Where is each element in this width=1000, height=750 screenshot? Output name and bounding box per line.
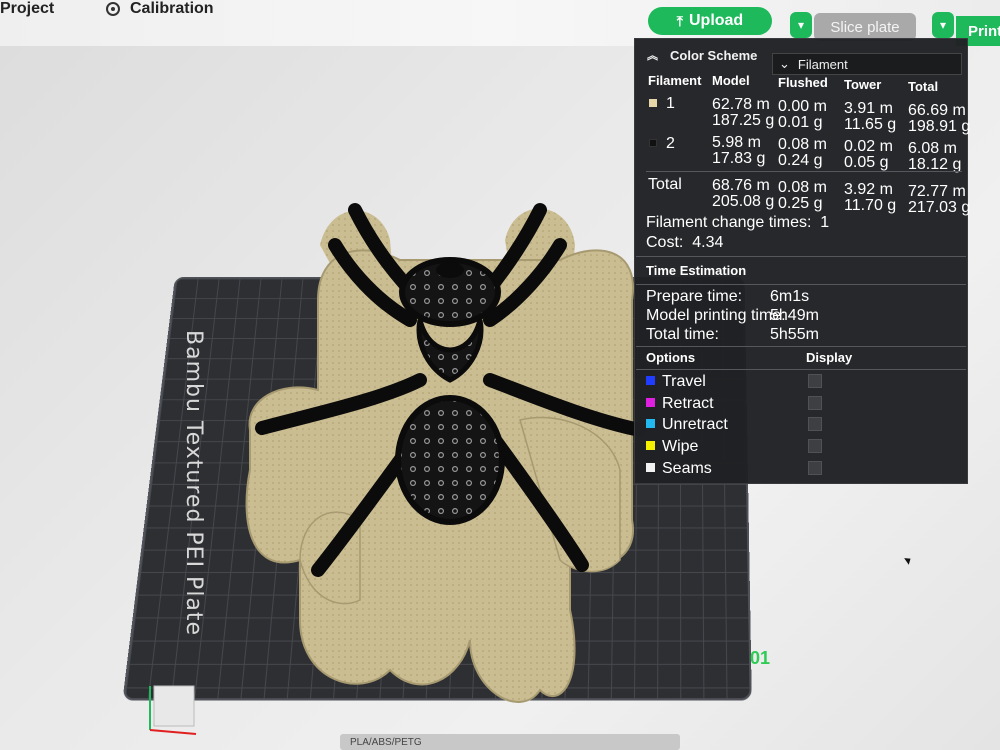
option-travel: Travel xyxy=(662,373,706,390)
option-seams: Seams xyxy=(662,460,712,477)
col-header-model: Model xyxy=(712,73,750,88)
seams-display-toggle[interactable] xyxy=(808,461,822,475)
unretract-display-toggle[interactable] xyxy=(808,417,822,431)
divider xyxy=(646,171,962,172)
table-cell: 0.08 m 0.24 g xyxy=(778,136,827,169)
option-retract: Retract xyxy=(662,395,714,412)
col-header-tower: Tower xyxy=(844,77,882,92)
color-scheme-header[interactable]: ︽ Color Scheme xyxy=(647,47,757,63)
plate-number[interactable]: 01 xyxy=(750,648,770,669)
model-printing-time-value: 5h49m xyxy=(770,307,819,324)
filament-2-id: 2 xyxy=(666,135,675,152)
wipe-display-toggle[interactable] xyxy=(808,439,822,453)
prepare-time-value: 6m1s xyxy=(770,288,810,305)
filament-1-id: 1 xyxy=(666,95,675,112)
table-cell: 0.00 m 0.01 g xyxy=(778,98,827,131)
unretract-color-swatch xyxy=(646,419,655,428)
table-cell: 66.69 m 198.91 g xyxy=(908,102,971,135)
wipe-color-swatch xyxy=(646,441,655,450)
table-cell: 6.08 m 18.12 g xyxy=(908,140,962,173)
col-header-flushed: Flushed xyxy=(778,75,828,90)
color-scheme-value: Filament xyxy=(797,56,848,72)
prepare-time-label: Prepare time: xyxy=(646,288,743,305)
display-title: Display xyxy=(806,350,853,365)
time-estimation-title: Time Estimation xyxy=(646,263,747,278)
table-cell: 68.76 m 205.08 g xyxy=(712,177,775,210)
collapse-chevron-icon[interactable]: ︽ xyxy=(647,47,658,63)
col-header-filament: Filament xyxy=(648,73,702,88)
total-time-label: Total time: xyxy=(646,326,719,343)
cost: Cost: 4.34 xyxy=(646,234,724,251)
divider xyxy=(636,256,966,257)
table-cell: 0.08 m 0.25 g xyxy=(778,179,827,212)
table-cell: 3.91 m 11.65 g xyxy=(844,100,897,133)
chevron-down-icon: ⌄ xyxy=(779,56,790,71)
option-unretract: Unretract xyxy=(662,416,728,433)
table-cell: 72.77 m 217.03 g xyxy=(908,183,971,216)
divider xyxy=(636,284,966,285)
filament-type-strip: PLA/ABS/PETG xyxy=(340,734,680,750)
option-wipe: Wipe xyxy=(662,438,699,455)
filament-strip-label: PLA/ABS/PETG xyxy=(350,736,422,748)
filament-2-swatch xyxy=(649,139,657,147)
divider xyxy=(636,346,966,347)
col-header-total: Total xyxy=(908,79,939,94)
axis-gizmo xyxy=(149,685,197,735)
model-printing-time-label: Model printing time: xyxy=(646,307,786,324)
seams-color-swatch xyxy=(646,463,655,472)
table-cell: 62.78 m 187.25 g xyxy=(712,96,775,129)
travel-color-swatch xyxy=(646,376,655,385)
table-cell: 0.02 m 0.05 g xyxy=(844,138,893,171)
total-row-label: Total xyxy=(648,176,682,193)
retract-color-swatch xyxy=(646,398,655,407)
color-scheme-select[interactable]: ⌄ Filament xyxy=(772,53,962,75)
retract-display-toggle[interactable] xyxy=(808,396,822,410)
table-cell: 3.92 m 11.70 g xyxy=(844,181,897,214)
filament-1-swatch xyxy=(649,99,657,107)
travel-display-toggle[interactable] xyxy=(808,374,822,388)
divider xyxy=(636,369,966,370)
color-scheme-label: Color Scheme xyxy=(670,47,758,63)
table-cell: 5.98 m 17.83 g xyxy=(712,134,766,167)
total-time-value: 5h55m xyxy=(770,326,819,343)
filament-change-times: Filament change times: 1 xyxy=(646,214,830,231)
options-title: Options xyxy=(646,350,696,365)
